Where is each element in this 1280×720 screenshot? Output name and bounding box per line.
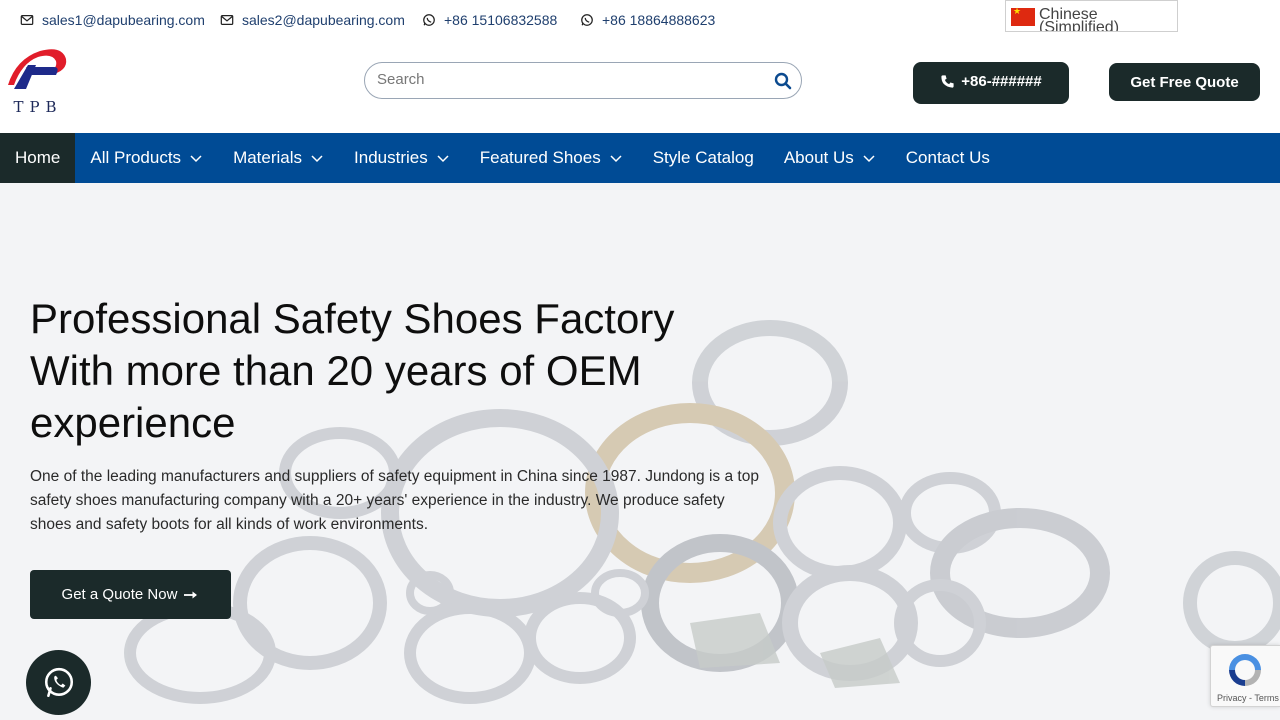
get-a-quote-now-button[interactable]: Get a Quote Now bbox=[30, 570, 231, 619]
nav-about-us-label: About Us bbox=[783, 148, 854, 167]
nav-all-products[interactable]: All Products bbox=[75, 133, 218, 183]
hero-banner: Professional Safety Shoes Factory With m… bbox=[0, 183, 1280, 720]
nav-style-catalog-label: Style Catalog bbox=[652, 148, 754, 167]
logo-text: TPB bbox=[13, 98, 63, 116]
nav-materials[interactable]: Materials bbox=[218, 133, 339, 183]
search-box[interactable] bbox=[364, 62, 802, 99]
recaptcha-badge[interactable]: Privacy - Terms bbox=[1210, 645, 1280, 707]
china-flag-icon bbox=[1011, 6, 1035, 26]
top-contact-bar: sales1@dapubearing.com sales2@dapubearin… bbox=[0, 0, 1280, 42]
contact-email-2[interactable]: sales2@dapubearing.com bbox=[220, 12, 405, 28]
contact-email-1[interactable]: sales1@dapubearing.com bbox=[20, 12, 205, 28]
whatsapp-icon bbox=[581, 14, 593, 26]
nav-industries[interactable]: Industries bbox=[339, 133, 465, 183]
whatsapp-icon bbox=[44, 667, 73, 697]
hero-title-line-1: Professional Safety Shoes Factory bbox=[30, 295, 675, 342]
site-logo[interactable]: TPB bbox=[6, 45, 70, 117]
chevron-down-icon bbox=[863, 155, 875, 163]
recaptcha-icon bbox=[1229, 654, 1261, 686]
whatsapp-chat-button[interactable] bbox=[26, 650, 91, 715]
search-input[interactable] bbox=[377, 71, 757, 88]
hero-title-line-2: With more than 20 years of OEM bbox=[30, 347, 642, 394]
language-selector[interactable]: Chinese (Simplified) bbox=[1005, 0, 1178, 32]
phone-icon bbox=[941, 74, 954, 88]
hero-description: One of the leading manufacturers and sup… bbox=[30, 468, 759, 533]
chevron-down-icon bbox=[610, 155, 622, 163]
nav-home-label: Home bbox=[15, 148, 61, 167]
search-icon[interactable] bbox=[773, 71, 793, 91]
nav-contact-us-label: Contact Us bbox=[905, 148, 990, 167]
hero-title: Professional Safety Shoes Factory With m… bbox=[30, 293, 750, 449]
contact-email-1-text[interactable]: sales1@dapubearing.com bbox=[42, 12, 205, 28]
main-navigation: Home All Products Materials Industries F… bbox=[0, 133, 1280, 183]
envelope-icon bbox=[20, 15, 34, 25]
phone-button[interactable]: +86-###### bbox=[913, 62, 1069, 104]
nav-materials-label: Materials bbox=[233, 148, 303, 167]
chevron-down-icon bbox=[311, 155, 323, 163]
contact-email-2-text[interactable]: sales2@dapubearing.com bbox=[242, 12, 405, 28]
nav-featured-shoes-label: Featured Shoes bbox=[479, 148, 601, 167]
nav-industries-label: Industries bbox=[354, 148, 428, 167]
chevron-down-icon bbox=[437, 155, 449, 163]
nav-style-catalog[interactable]: Style Catalog bbox=[638, 133, 769, 183]
contact-phone-1-text[interactable]: +86 15106832588 bbox=[444, 12, 557, 28]
contact-whatsapp-1[interactable]: +86 15106832588 bbox=[422, 12, 557, 28]
recaptcha-links[interactable]: Privacy - Terms bbox=[1217, 693, 1279, 703]
contact-whatsapp-2[interactable]: +86 18864888623 bbox=[580, 12, 715, 28]
language-label: Chinese (Simplified) bbox=[1039, 6, 1120, 32]
hero-title-line-3: experience bbox=[30, 399, 236, 446]
nav-all-products-label: All Products bbox=[90, 148, 182, 167]
tpb-logo-mark bbox=[8, 49, 67, 89]
chevron-down-icon bbox=[190, 155, 202, 163]
nav-featured-shoes[interactable]: Featured Shoes bbox=[465, 133, 638, 183]
nav-home[interactable]: Home bbox=[0, 133, 76, 183]
phone-button-label: +86-###### bbox=[961, 72, 1042, 90]
nav-contact-us[interactable]: Contact Us bbox=[891, 133, 1005, 183]
nav-about-us[interactable]: About Us bbox=[769, 133, 891, 183]
bearings-background-image bbox=[124, 320, 1280, 704]
envelope-icon bbox=[220, 15, 234, 25]
get-free-quote-button[interactable]: Get Free Quote bbox=[1109, 63, 1260, 101]
get-a-quote-now-label: Get a Quote Now bbox=[61, 586, 178, 603]
whatsapp-icon bbox=[423, 14, 435, 26]
arrow-right-icon bbox=[184, 591, 198, 598]
contact-phone-2-text[interactable]: +86 18864888623 bbox=[602, 12, 715, 28]
